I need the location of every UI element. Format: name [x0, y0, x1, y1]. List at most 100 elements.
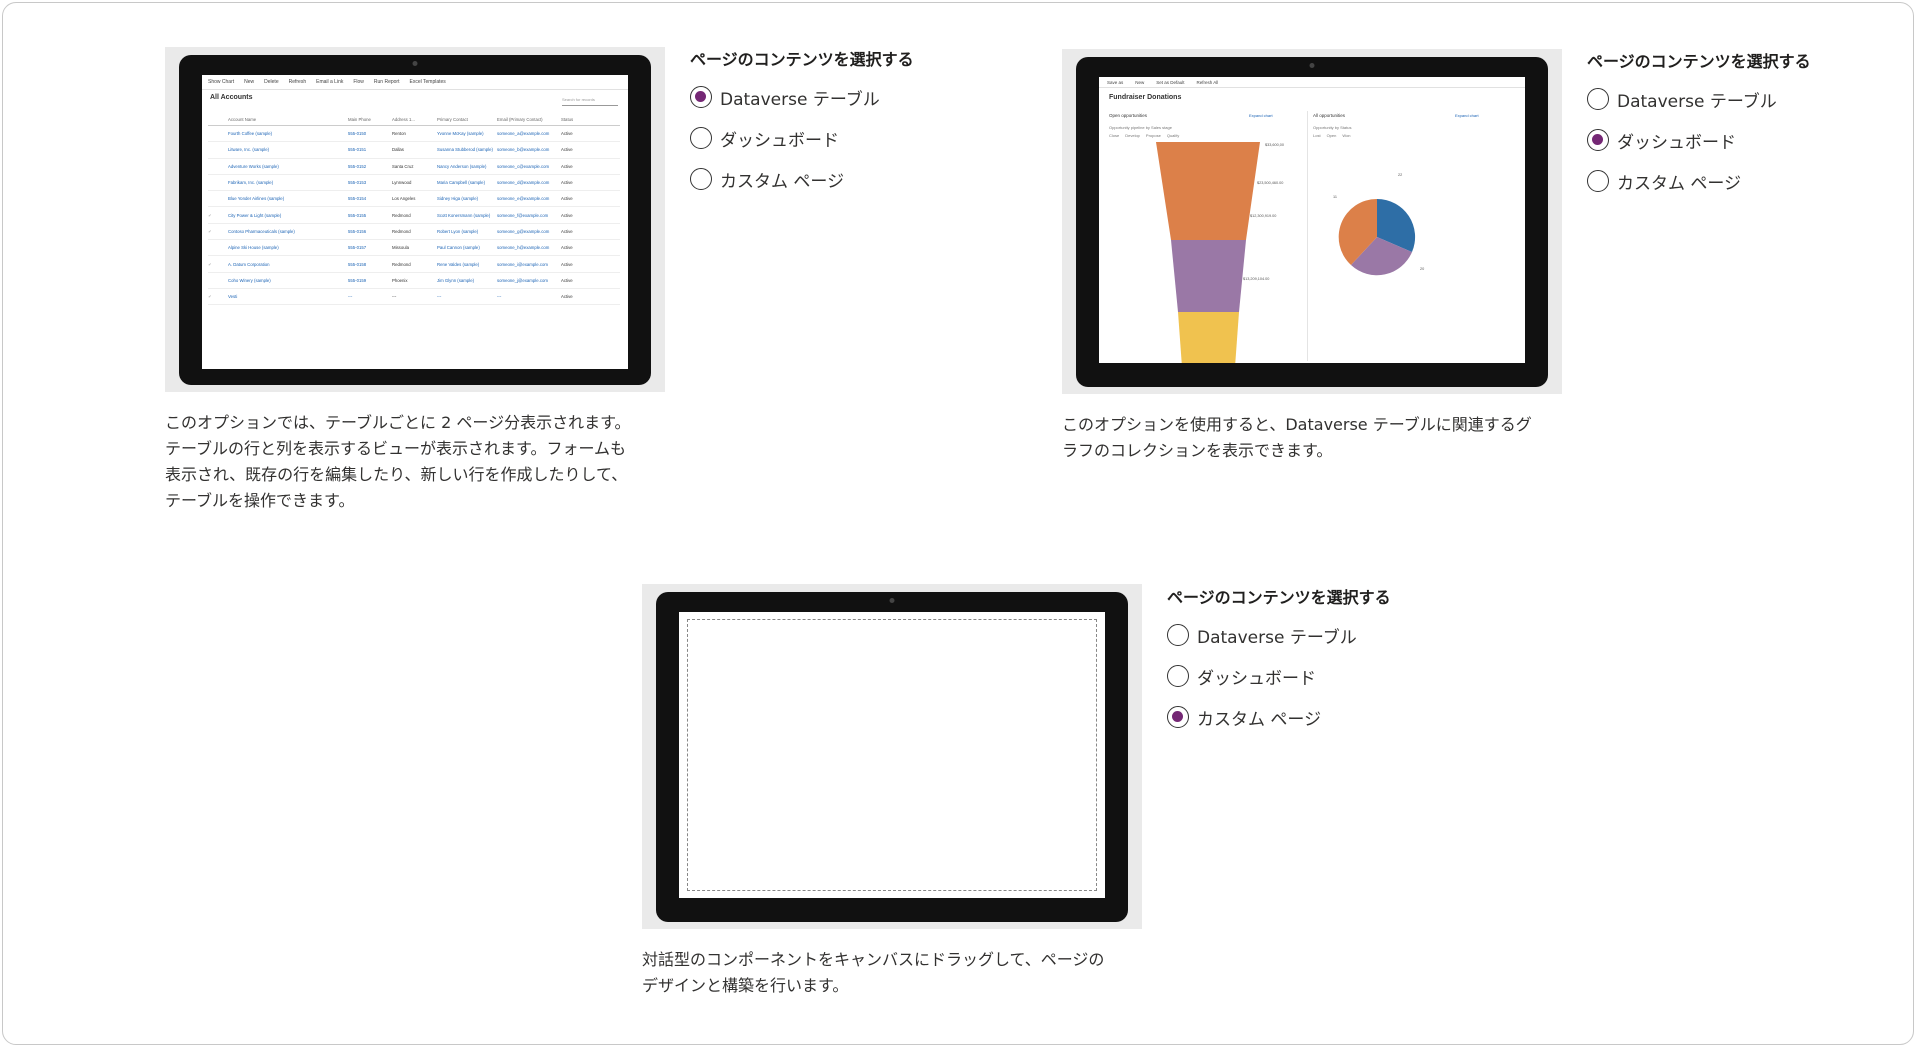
- table-cell: Susanna Stubberod (sample): [437, 147, 493, 153]
- table-row: ♂ A. Datum Corporation 555-0158 Redmond Rene…: [208, 256, 620, 273]
- radio-button[interactable]: [1167, 624, 1189, 646]
- radio-button[interactable]: [1587, 88, 1609, 110]
- table-row: Adventure Works (sample) 555-0152 Santa Cr…: [208, 159, 620, 175]
- cmd-email-link: Email a Link: [316, 79, 344, 85]
- table-cell: someone_f@example.com: [497, 212, 549, 218]
- funnel-value: $33,600,00: [1265, 143, 1285, 147]
- option-custom-page[interactable]: カスタム ページ: [1167, 704, 1391, 730]
- option-label: Dataverse テーブル: [1617, 91, 1777, 112]
- funnel-segment-close: [1156, 142, 1260, 240]
- table-cell: Active: [561, 277, 573, 283]
- table-cell: ♂: [208, 212, 212, 218]
- pie-value: 20: [1420, 267, 1425, 271]
- table-cell: 555-0158: [348, 261, 367, 267]
- table-cell: Active: [561, 212, 573, 218]
- table-cell: Active: [561, 180, 573, 186]
- cmd-new: New: [244, 79, 255, 85]
- table-cell: someone_a@example.com: [497, 131, 550, 137]
- table-cell: Active: [561, 147, 573, 153]
- option-dashboard[interactable]: ダッシュボード: [1587, 127, 1811, 153]
- radio-button[interactable]: [1587, 129, 1609, 151]
- column-header: Status: [561, 116, 574, 122]
- table-cell: 555-0157: [348, 245, 367, 251]
- cmd-excel-templates: Excel Templates: [409, 79, 446, 85]
- table-cell: 555-0153: [348, 180, 367, 186]
- funnel-value: $12,300,919.00: [1250, 214, 1277, 218]
- table-header-row: Account Name Main Phone Address 1... Primar…: [208, 113, 620, 126]
- table-cell: ♂: [208, 228, 212, 234]
- column-header: Main Phone: [348, 116, 371, 122]
- option-label: ダッシュボード: [1197, 668, 1316, 689]
- table-cell: Active: [561, 196, 573, 202]
- option-dataverse-table[interactable]: Dataverse テーブル: [1167, 622, 1391, 648]
- table-cell: 555-0159: [348, 277, 367, 283]
- radio-button[interactable]: [1167, 706, 1189, 728]
- camera-dot: [889, 598, 895, 603]
- table-cell: Scott Konersmann (sample): [437, 212, 491, 218]
- table-cell: Litware, Inc. (sample): [228, 147, 270, 153]
- cmd-show-chart: Show Chart: [208, 79, 235, 85]
- table-row: Litware, Inc. (sample) 555-0151 Dallas Susa…: [208, 142, 620, 159]
- search-box: Search for records: [562, 97, 618, 106]
- table-cell: ♂: [208, 294, 212, 300]
- table-cell: Maria Campbell (sample): [437, 180, 485, 186]
- radio-button[interactable]: [690, 168, 712, 190]
- cmd-run-report: Run Report: [373, 79, 400, 85]
- table-cell: Contoso Pharmaceuticals (sample): [228, 228, 295, 234]
- accounts-grid: Account Name Main Phone Address 1... Primar…: [208, 113, 620, 306]
- cmd-delete: Delete: [264, 79, 279, 85]
- option-dashboard[interactable]: ダッシュボード: [690, 125, 914, 151]
- table-cell: ---: [497, 294, 502, 300]
- card2-expand-link: Expand chart: [1455, 113, 1479, 118]
- radio-button[interactable]: [1587, 170, 1609, 192]
- column-header: Primary Contact: [437, 116, 468, 122]
- table-cell: Paul Cannon (sample): [437, 245, 480, 251]
- radio-button[interactable]: [690, 127, 712, 149]
- table-content-chooser: ページのコンテンツを選択する Dataverse テーブル ダッシュボード カス…: [690, 46, 914, 207]
- custom-page-preview-image: [642, 584, 1142, 929]
- description-line: 対話型のコンポーネントをキャンバスにドラッグして、ページの: [642, 950, 1105, 969]
- funnel-segment-develop: [1171, 240, 1246, 312]
- table-cell: Dallas: [392, 147, 404, 153]
- tablet-screen: Save as New Set as Default Refresh All F…: [1099, 77, 1525, 363]
- canvas-drop-area: [687, 619, 1097, 891]
- column-header: Address 1...: [392, 116, 415, 122]
- table-cell: Yvonne McKay (sample): [437, 131, 484, 137]
- table-cell: someone_g@example.com: [497, 228, 550, 234]
- table-cell: 555-0152: [348, 163, 367, 169]
- dashboard-preview-image: Save as New Set as Default Refresh All F…: [1062, 49, 1562, 394]
- option-label: カスタム ページ: [1617, 173, 1742, 194]
- option-custom-page[interactable]: カスタム ページ: [690, 166, 914, 192]
- option-label: カスタム ページ: [720, 171, 845, 192]
- legend-item: Won: [1342, 133, 1351, 138]
- table-cell: City Power & Light (sample): [228, 212, 282, 218]
- funnel-segment-propose: [1178, 312, 1239, 363]
- table-cell: Adventure Works (sample): [228, 163, 279, 169]
- custom-page-description: 対話型のコンポーネントをキャンバスにドラッグして、ページの デザインと構築を行い…: [642, 947, 1162, 999]
- table-cell: Active: [561, 163, 573, 169]
- table-cell: Phoenix: [392, 277, 408, 283]
- cmd-refresh: Refresh: [288, 79, 307, 85]
- table-row: Coho Winery (sample) 555-0159 Phoenix Jim G…: [208, 273, 620, 289]
- column-header: Account Name: [228, 116, 257, 122]
- table-row: ♂ Vesti --- --- --- --- Active: [208, 289, 620, 306]
- option-custom-page[interactable]: カスタム ページ: [1587, 168, 1811, 194]
- table-cell: Active: [561, 294, 573, 300]
- table-cell: Renton: [392, 131, 406, 137]
- option-dataverse-table[interactable]: Dataverse テーブル: [690, 84, 914, 110]
- option-dataverse-table[interactable]: Dataverse テーブル: [1587, 86, 1811, 112]
- radio-button[interactable]: [1167, 665, 1189, 687]
- cmd-flow: Flow: [353, 79, 364, 85]
- tablet-device: Show Chart New Delete Refresh Email a Li…: [179, 55, 651, 385]
- table-cell: A. Datum Corporation: [228, 261, 270, 267]
- table-cell: 555-0156: [348, 228, 367, 234]
- radio-button[interactable]: [690, 86, 712, 108]
- table-cell: Redmond: [392, 261, 411, 267]
- chooser-title: ページのコンテンツを選択する: [1167, 588, 1391, 607]
- legend-item: Lost: [1313, 133, 1321, 138]
- option-dashboard[interactable]: ダッシュボード: [1167, 663, 1391, 689]
- table-cell: 555-0154: [348, 196, 367, 202]
- option-label: Dataverse テーブル: [1197, 627, 1357, 648]
- table-cell: Lynnwood: [392, 180, 412, 186]
- pie-value: 22: [1398, 173, 1403, 177]
